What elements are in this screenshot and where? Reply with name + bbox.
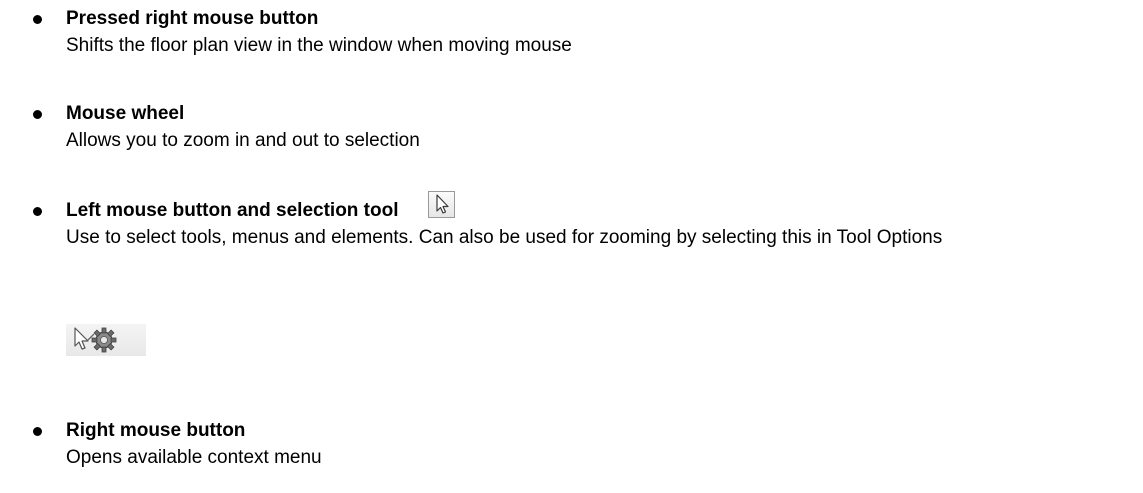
item-description: Allows you to zoom in and out to selecti… <box>66 130 420 151</box>
item-title: Right mouse button <box>66 420 246 441</box>
item-description: Use to select tools, menus and elements.… <box>66 227 943 248</box>
bullet-icon <box>30 204 44 218</box>
bullet-icon <box>30 424 44 438</box>
pointer-gear-icon <box>66 324 146 356</box>
item-title: Pressed right mouse button <box>66 8 319 29</box>
item-description: Shifts the floor plan view in the window… <box>66 35 572 56</box>
bullet-icon <box>30 107 44 121</box>
bullet-icon <box>30 12 44 26</box>
item-title: Mouse wheel <box>66 103 185 124</box>
item-title: Left mouse button and selection tool <box>66 200 399 221</box>
item-description: Opens available context menu <box>66 447 322 468</box>
arrow-pointer-icon <box>428 191 455 218</box>
